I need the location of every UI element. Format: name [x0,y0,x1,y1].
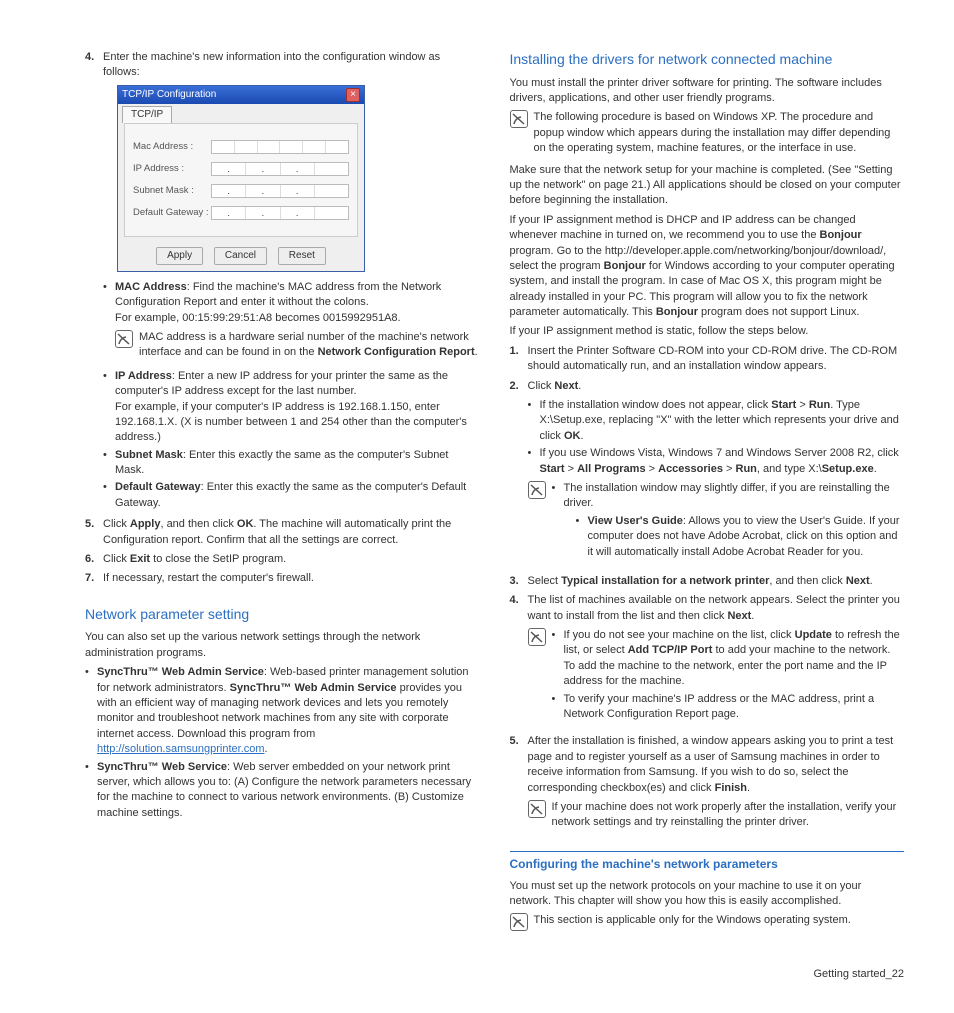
s2-text: Click Next. [528,379,905,394]
swa-item: SyncThru™ Web Admin Service: Web-based p… [97,665,480,757]
s4-note-b1: If you do not see your machine on the li… [564,628,905,690]
s2-bullet1: If the installation window does not appe… [540,398,905,444]
ip-input[interactable]: ... [211,162,349,176]
note-icon [510,110,528,128]
ip-label: IP Address [115,370,172,382]
mac-label: MAC Address [115,281,187,293]
s5-note: If your machine does not work properly a… [552,800,905,831]
step-3-number: 3. [510,574,528,589]
subnet-input[interactable]: ... [211,184,349,198]
swa-link[interactable]: http://solution.samsungprinter.com [97,743,265,755]
step-4r-number: 4. [510,593,528,730]
note-icon [510,913,528,931]
s3-text: Select Typical installation for a networ… [528,574,905,589]
mac-input[interactable] [211,140,349,154]
step7-text: If necessary, restart the computer's fir… [103,571,480,586]
s4-note-b2: To verify your machine's IP address or t… [564,692,905,723]
step-6-number: 6. [85,552,103,567]
note-icon [528,800,546,818]
reset-button[interactable]: Reset [278,247,326,265]
s1: Insert the Printer Software CD-ROM into … [528,344,905,375]
close-icon[interactable]: × [346,88,360,102]
netparam-intro: You can also set up the various network … [85,630,480,661]
config-p: You must set up the network protocols on… [510,879,905,910]
step5-text: Click Apply, and then click OK. The mach… [103,517,480,548]
label-mac: Mac Address : [133,140,211,153]
apply-button[interactable]: Apply [156,247,203,265]
s4-text: The list of machines available on the ne… [528,593,905,624]
step-4-number: 4. [85,50,103,513]
ip-example: For example, if your computer's IP addre… [115,400,480,446]
s2-note2: View User's Guide: Allows you to view th… [588,514,905,560]
dialog-title: TCP/IP Configuration [122,88,216,102]
s2-bullet2: If you use Windows Vista, Windows 7 and … [540,446,905,477]
config-note: This section is applicable only for the … [534,913,905,931]
mac-note: MAC address is a hardware serial number … [139,330,480,361]
step-5r-number: 5. [510,734,528,836]
heading-config: Configuring the machine's network parame… [510,851,905,873]
note-icon [528,481,546,499]
tab-tcpip[interactable]: TCP/IP [122,106,172,123]
heading-install: Installing the drivers for network conne… [510,50,905,70]
note-icon [528,628,546,646]
s5-text: After the installation is finished, a wi… [528,734,905,796]
sws-item: SyncThru™ Web Service: Web server embedd… [97,760,480,822]
step-7-number: 7. [85,571,103,586]
label-gateway: Default Gateway : [133,206,211,219]
step6-text: Click Exit to close the SetIP program. [103,552,480,567]
step-1-number: 1. [510,344,528,375]
step-2-number: 2. [510,379,528,570]
install-p2: Make sure that the network setup for you… [510,163,905,209]
s2-note1: The installation window may slightly dif… [564,481,905,512]
install-p1: You must install the printer driver soft… [510,76,905,107]
tcpip-dialog: TCP/IP Configuration × TCP/IP Mac Addres… [117,85,365,272]
step-5-number: 5. [85,517,103,548]
install-note: The following procedure is based on Wind… [534,110,905,156]
mac-example: For example, 00:15:99:29:51:A8 becomes 0… [115,311,480,326]
gateway-input[interactable]: ... [211,206,349,220]
label-ip: IP Address : [133,162,211,175]
note-icon [115,330,133,348]
page-footer: Getting started_22 [85,967,904,982]
cancel-button[interactable]: Cancel [214,247,267,265]
label-subnet: Subnet Mask : [133,184,211,197]
subnet-label: Subnet Mask [115,449,183,461]
install-p4: If your IP assignment method is static, … [510,324,905,339]
heading-network-param: Network parameter setting [85,605,480,625]
gateway-label: Default Gateway [115,481,201,493]
step4-intro: Enter the machine's new information into… [103,50,480,81]
install-p3: If your IP assignment method is DHCP and… [510,213,905,321]
